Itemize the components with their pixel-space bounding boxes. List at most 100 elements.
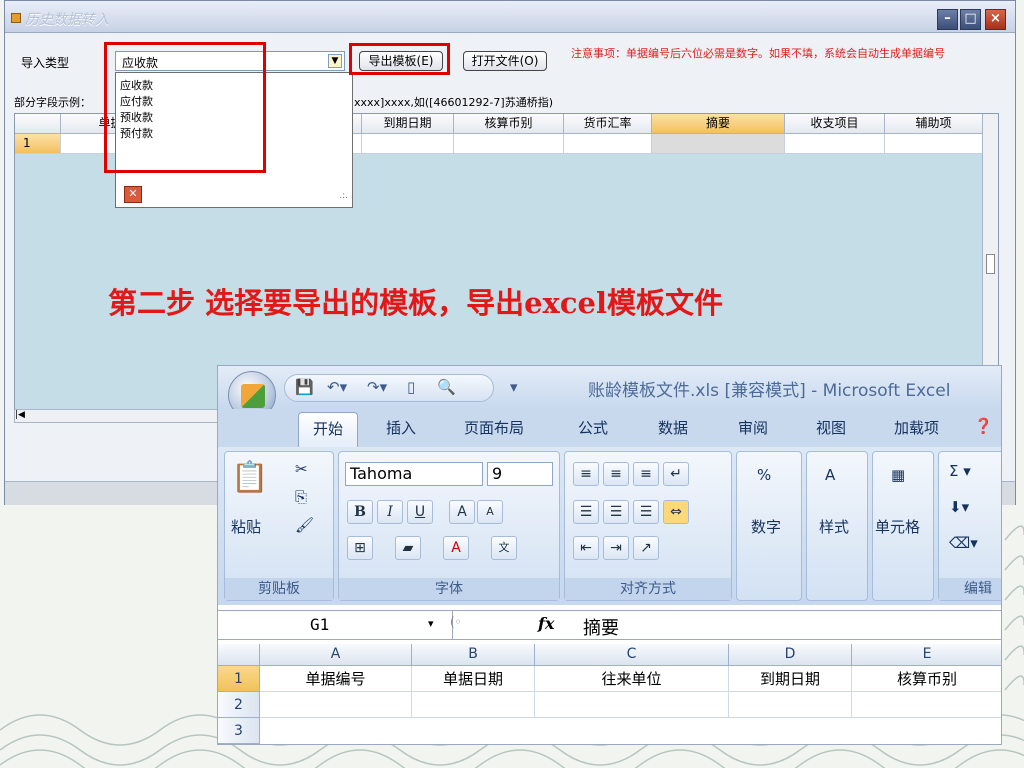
open-file-button[interactable]: 打开文件(O): [463, 51, 547, 71]
align-top-icon[interactable]: ≡: [573, 462, 599, 486]
grid-col-header[interactable]: 货币汇率: [564, 114, 652, 134]
grid-col-header[interactable]: 到期日期: [362, 114, 454, 134]
grow-font-icon[interactable]: A: [449, 500, 475, 524]
column-header-a[interactable]: A: [260, 644, 412, 666]
tab-review[interactable]: 审阅: [738, 417, 768, 438]
select-all-corner[interactable]: [218, 644, 260, 666]
worksheet: A B C D E 1 单据编号 单据日期 往来单位 到期日期 核算币别 2 3: [218, 644, 1001, 744]
decrease-indent-icon[interactable]: ⇤: [573, 536, 599, 560]
minimize-button[interactable]: –: [937, 9, 958, 30]
cells-icon[interactable]: ▦: [891, 466, 905, 484]
close-button[interactable]: ×: [985, 9, 1006, 30]
customize-toolbar-icon[interactable]: ▾: [510, 378, 518, 396]
shrink-font-icon[interactable]: A: [477, 500, 503, 524]
underline-icon[interactable]: U: [407, 500, 433, 524]
tab-data[interactable]: 数据: [658, 417, 688, 438]
tab-home[interactable]: 开始: [298, 412, 359, 447]
tab-view[interactable]: 视图: [816, 417, 846, 438]
notice-text: 注意事项：单据编号后六位必需是数字。如果不填，系统会自动生成单据编号: [571, 47, 945, 60]
new-document-icon[interactable]: ▯: [407, 378, 415, 396]
grid-cell[interactable]: [564, 134, 652, 154]
number-group: % 数字: [736, 451, 802, 601]
grid-cell[interactable]: [785, 134, 885, 154]
cell[interactable]: [729, 692, 852, 718]
fill-icon[interactable]: ⬇▾: [949, 498, 969, 516]
redo-icon[interactable]: ↷▾: [367, 378, 387, 396]
autosum-icon[interactable]: Σ ▾: [949, 462, 971, 480]
column-header-e[interactable]: E: [852, 644, 1001, 666]
grid-cell[interactable]: [885, 134, 983, 154]
grid-cell[interactable]: [362, 134, 454, 154]
format-painter-icon[interactable]: 🖌: [295, 516, 314, 534]
bold-icon[interactable]: B: [347, 500, 373, 524]
grid-cell[interactable]: [454, 134, 564, 154]
merge-center-icon[interactable]: ⇔: [663, 500, 689, 524]
print-preview-icon[interactable]: 🔍: [437, 378, 456, 396]
italic-icon[interactable]: I: [377, 500, 403, 524]
horizontal-scrollbar[interactable]: |◀: [14, 409, 234, 423]
close-icon[interactable]: ✕: [124, 186, 142, 203]
row-header[interactable]: 3: [218, 718, 260, 744]
grid-col-header[interactable]: 收支项目: [785, 114, 885, 134]
cell-d1[interactable]: 到期日期: [729, 666, 852, 692]
align-middle-icon[interactable]: ≡: [603, 462, 629, 486]
number-label[interactable]: 数字: [751, 516, 781, 537]
scroll-thumb[interactable]: [986, 254, 995, 274]
grid-col-header[interactable]: 核算币别: [454, 114, 564, 134]
cell[interactable]: [260, 692, 412, 718]
font-color-icon[interactable]: A: [443, 536, 469, 560]
help-icon[interactable]: ❓: [974, 417, 993, 435]
cut-icon[interactable]: ✂: [295, 460, 308, 478]
ribbon: 📋 粘贴 ✂ ⎘ 🖌 剪贴板 Tahoma 9 B I U A A ⊞ ▰ A …: [218, 447, 1001, 605]
resize-grip-icon[interactable]: .:.: [339, 191, 348, 201]
tab-formulas[interactable]: 公式: [578, 417, 608, 438]
maximize-button[interactable]: □: [960, 9, 981, 30]
phonetic-icon[interactable]: 文: [491, 536, 517, 560]
fill-color-icon[interactable]: ▰: [395, 536, 421, 560]
column-header-d[interactable]: D: [729, 644, 852, 666]
orientation-icon[interactable]: ↗: [633, 536, 659, 560]
font-name-select[interactable]: Tahoma: [345, 462, 483, 486]
column-header-c[interactable]: C: [535, 644, 729, 666]
styles-label[interactable]: 样式: [819, 516, 849, 537]
paste-icon[interactable]: 📋: [231, 460, 268, 495]
align-center-icon[interactable]: ☰: [603, 500, 629, 524]
cell-a1[interactable]: 单据编号: [260, 666, 412, 692]
name-box-dropdown-icon[interactable]: ▾: [428, 617, 434, 630]
row-header[interactable]: 2: [218, 692, 260, 718]
cell[interactable]: [412, 692, 535, 718]
align-right-icon[interactable]: ☰: [633, 500, 659, 524]
chevron-down-icon[interactable]: ▼: [328, 54, 342, 68]
percent-icon[interactable]: %: [757, 466, 771, 484]
align-bottom-icon[interactable]: ≡: [633, 462, 659, 486]
formula-input[interactable]: 摘要: [583, 614, 619, 640]
grid-col-header[interactable]: 摘要: [652, 114, 785, 134]
clear-icon[interactable]: ⌫▾: [949, 534, 978, 552]
align-left-icon[interactable]: ☰: [573, 500, 599, 524]
cell-c1[interactable]: 往来单位: [535, 666, 729, 692]
column-header-b[interactable]: B: [412, 644, 535, 666]
cells-label[interactable]: 单元格: [875, 516, 920, 537]
save-icon[interactable]: 💾: [295, 378, 314, 396]
cell[interactable]: [852, 692, 1001, 718]
undo-icon[interactable]: ↶▾: [327, 378, 347, 396]
tab-insert[interactable]: 插入: [386, 417, 416, 438]
insert-function-icon[interactable]: fx: [538, 614, 554, 633]
grid-col-header[interactable]: 辅助项: [885, 114, 983, 134]
wrap-text-icon[interactable]: ↵: [663, 462, 689, 486]
cell-e1[interactable]: 核算币别: [852, 666, 1001, 692]
tab-addins[interactable]: 加载项: [894, 417, 939, 438]
name-box[interactable]: G1: [218, 611, 453, 639]
styles-icon[interactable]: A: [825, 466, 835, 484]
grid-cell[interactable]: [652, 134, 785, 154]
copy-icon[interactable]: ⎘: [295, 488, 307, 506]
border-icon[interactable]: ⊞: [347, 536, 373, 560]
function-arrow-icon[interactable]: (◦: [450, 615, 462, 629]
increase-indent-icon[interactable]: ⇥: [603, 536, 629, 560]
cell[interactable]: [535, 692, 729, 718]
tab-page-layout[interactable]: 页面布局: [464, 417, 524, 438]
paste-label[interactable]: 粘贴: [231, 516, 261, 537]
cell-b1[interactable]: 单据日期: [412, 666, 535, 692]
font-size-select[interactable]: 9: [487, 462, 553, 486]
row-header[interactable]: 1: [218, 666, 260, 692]
